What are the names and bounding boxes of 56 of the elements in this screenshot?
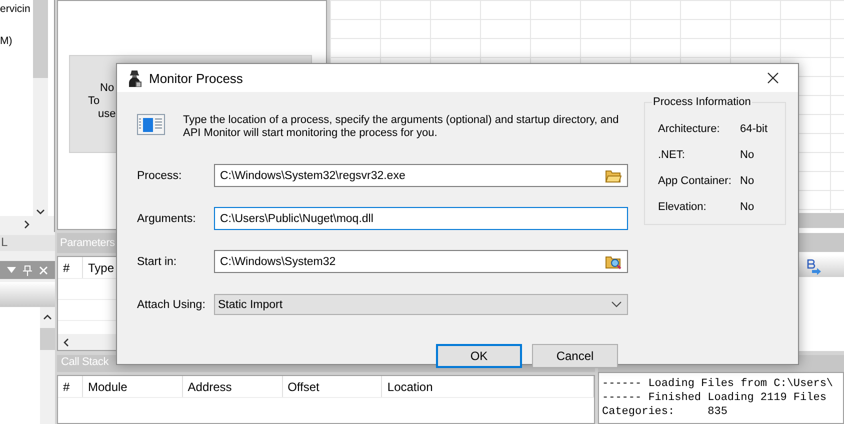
scrollbar[interactable] xyxy=(40,307,55,424)
person-icon xyxy=(127,70,142,86)
field-label: Attach Using: xyxy=(137,298,206,310)
attach-dropdown[interactable]: Static Import xyxy=(214,294,628,315)
close-icon[interactable] xyxy=(38,266,48,274)
info-value: 64-bit xyxy=(740,123,768,136)
window-title: Monitor Process xyxy=(149,70,244,86)
close-icon xyxy=(767,72,779,84)
column-header[interactable]: # xyxy=(58,257,83,278)
column-header[interactable]: Address xyxy=(182,376,283,397)
input-field[interactable]: C:\Windows\System32 xyxy=(214,250,628,273)
info-label: Architecture: xyxy=(658,123,721,136)
output-line: Categories: 835 xyxy=(602,405,728,419)
panel-title: L xyxy=(1,235,8,249)
folder-icon[interactable] xyxy=(605,168,622,183)
chevron-down-icon xyxy=(611,301,622,308)
chevron-right-icon[interactable] xyxy=(22,220,31,228)
output-line: ------ Finished Loading 2119 Files xyxy=(602,391,828,405)
notice-text: use xyxy=(98,108,116,121)
column-header[interactable]: Offset xyxy=(282,376,382,397)
scrollbar[interactable] xyxy=(33,0,48,216)
column-header[interactable]: Module xyxy=(82,376,183,397)
group-title: Process Information xyxy=(652,96,752,108)
dialog-button[interactable]: Cancel xyxy=(532,344,618,368)
field-label: Arguments: xyxy=(137,212,197,224)
info-label: Elevation: xyxy=(658,201,708,214)
column-header[interactable]: Location xyxy=(382,376,594,397)
b-arrow-icon[interactable] xyxy=(806,259,822,275)
info-value: No xyxy=(740,201,754,214)
field-label: Start in: xyxy=(137,256,178,268)
input-field[interactable]: C:\Windows\System32\regsvr32.exe xyxy=(214,164,628,187)
list-item[interactable]: M) xyxy=(0,35,33,47)
window-icon xyxy=(137,114,165,135)
dialog-button[interactable]: OK xyxy=(436,344,522,368)
info-label: App Container: xyxy=(658,175,732,188)
notice-text: No xyxy=(100,82,114,95)
scrollbar-thumb[interactable] xyxy=(40,328,55,350)
description-text: Type the location of a process, specify the arguments (optional) and startup directory, and API Monitor will start monitoring the process for you. xyxy=(183,114,620,140)
info-label: .NET: xyxy=(658,149,686,162)
info-value: No xyxy=(740,149,754,162)
toolbar xyxy=(0,282,55,307)
folder-search-icon[interactable] xyxy=(605,254,622,270)
scrollbar-thumb[interactable] xyxy=(33,0,48,78)
scrollbar[interactable] xyxy=(0,216,54,232)
list-item[interactable]: ervicin xyxy=(0,3,33,15)
output-line: ------ Loading Files from C:\Users\ xyxy=(602,377,834,391)
pin-icon[interactable] xyxy=(22,264,32,276)
info-value: No xyxy=(740,175,754,188)
chevron-down-icon[interactable] xyxy=(36,207,45,216)
input-field[interactable]: C:\Users\Public\Nuget\moq.dll xyxy=(214,207,628,230)
chevron-up-icon[interactable] xyxy=(43,313,52,322)
field-label: Process: xyxy=(137,170,183,182)
notice-text: To xyxy=(88,95,100,108)
chevron-left-icon[interactable] xyxy=(62,338,71,346)
column-header[interactable]: # xyxy=(58,376,83,397)
dropdown-icon[interactable] xyxy=(7,267,16,273)
